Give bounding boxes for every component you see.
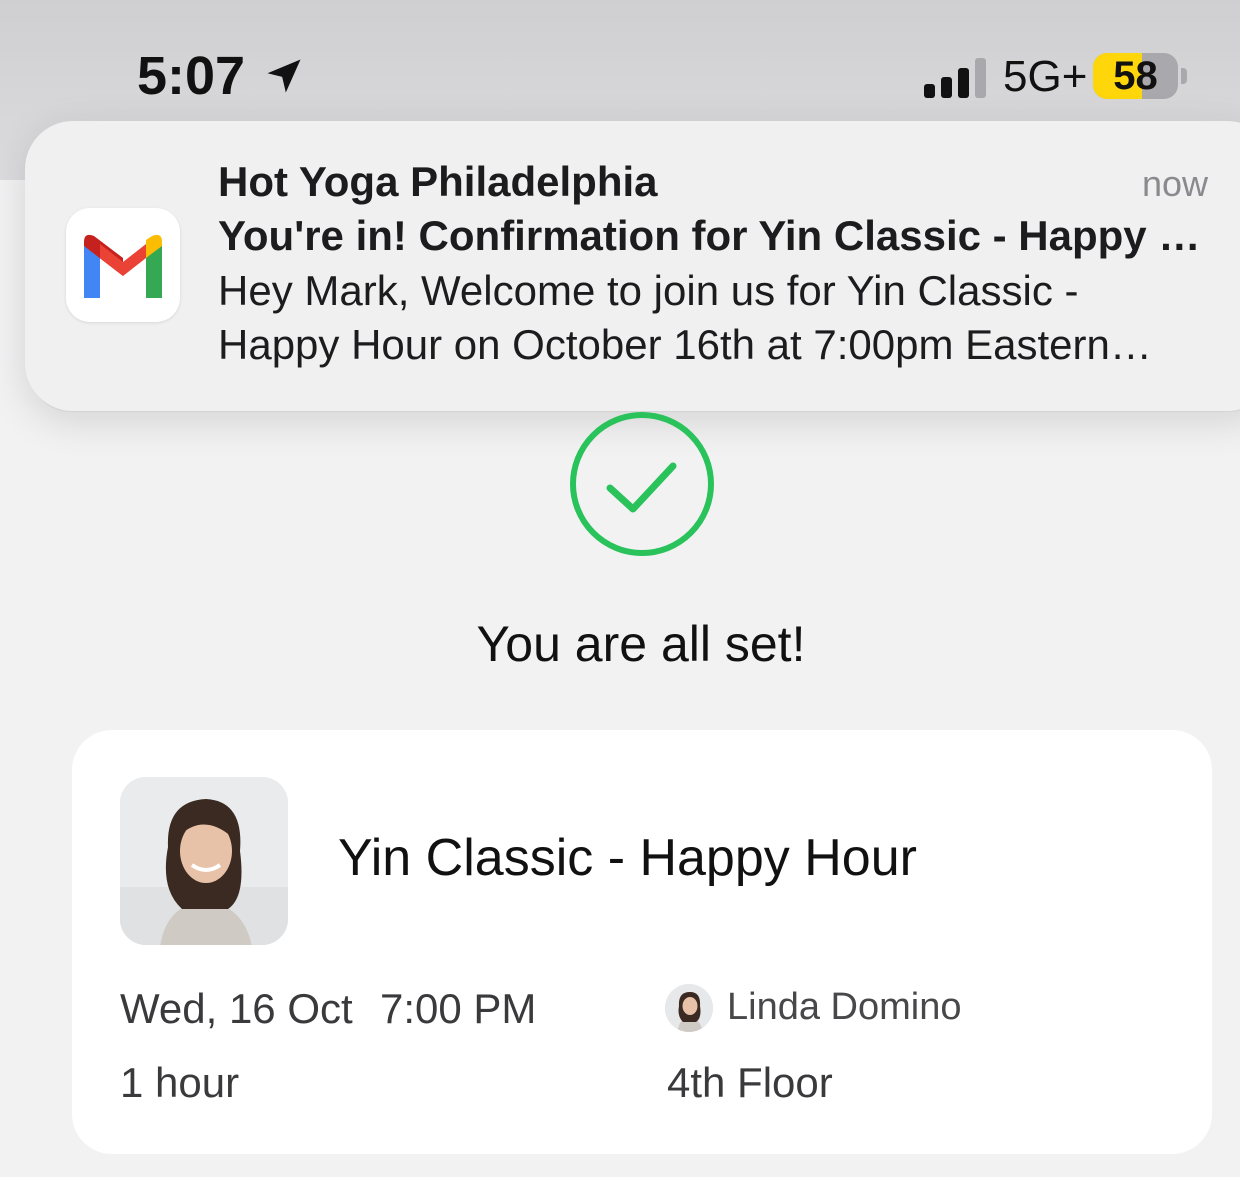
battery-cap bbox=[1181, 68, 1187, 84]
gmail-app-icon[interactable] bbox=[66, 208, 180, 322]
cellular-signal-icon bbox=[924, 56, 992, 98]
location-arrow-icon bbox=[267, 59, 301, 93]
notification-sender: Hot Yoga Philadelphia bbox=[218, 158, 658, 205]
instructor-name[interactable]: Linda Domino bbox=[727, 982, 961, 1032]
class-duration: 1 hour bbox=[120, 1059, 240, 1106]
instructor-avatar bbox=[665, 984, 713, 1032]
class-date: Wed, 16 Oct bbox=[120, 985, 353, 1032]
battery-icon: 58 bbox=[1093, 53, 1178, 99]
notification-subject: You're in! Confirmation for Yin Classic … bbox=[218, 212, 1203, 259]
notification-timestamp: now bbox=[1141, 163, 1208, 204]
checkmark-circle-icon bbox=[570, 412, 714, 556]
class-time: 7:00 PM bbox=[380, 985, 537, 1032]
class-location: 4th Floor bbox=[667, 1059, 833, 1106]
class-title: Yin Classic - Happy Hour bbox=[338, 829, 917, 887]
status-time: 5:07 bbox=[137, 46, 246, 106]
confirmation-headline: You are all set! bbox=[476, 616, 806, 672]
battery-level: 58 bbox=[1113, 54, 1158, 98]
network-type: 5G+ bbox=[1003, 52, 1088, 101]
status-bar: 5:07 5G+ 58 bbox=[0, 0, 1240, 120]
notification-body: Hey Mark, Welcome to join us for Yin Cla… bbox=[218, 267, 1110, 368]
gmail-icon bbox=[84, 234, 162, 298]
class-instructor-photo bbox=[120, 777, 288, 945]
